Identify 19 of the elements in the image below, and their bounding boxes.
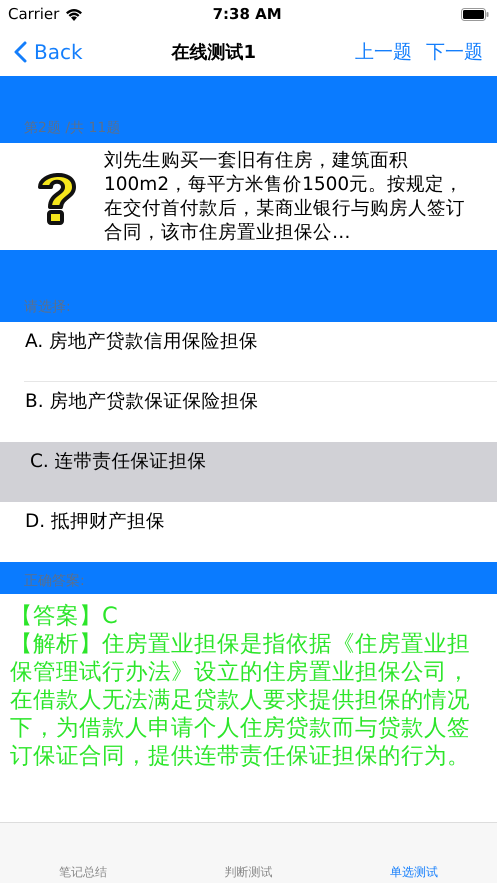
choose-label: 请选择: xyxy=(24,298,71,316)
tab[interactable]: 判断测试 xyxy=(166,823,332,883)
previous-question-button[interactable]: 上一题 xyxy=(355,39,412,65)
status-time: 7:38 AM xyxy=(212,5,283,23)
battery-icon xyxy=(461,8,489,20)
answer-label: 正确答案: xyxy=(24,572,85,590)
back-button[interactable]: Back xyxy=(14,40,83,64)
explanation-text: 【解析】住房置业担保是指依据《住房置业担保管理试行办法》设立的住房置业担保公司，在借款人无法满足贷款人要求提供担保的情况下，为借款人申请个人住房贷款而与贷款人签订保证合同，提供连带责任保证担保的行为。 xyxy=(10,630,471,770)
wifi-icon xyxy=(65,8,84,20)
back-chevron-icon xyxy=(14,41,27,63)
question-text: 刘先生购买一套旧有住房，建筑面积100m2，每平方米售价1500元。按规定，在交付首付款后，某商业银行与购房人签订合同，该市住房置业担保公… xyxy=(104,148,466,244)
tab[interactable]: 笔记总结 xyxy=(0,823,166,883)
nav-title: 在线测试1 xyxy=(170,41,258,64)
answer-text: 【答案】C xyxy=(10,602,119,630)
carrier-name: Carrier xyxy=(8,5,60,23)
progress-text: 第2题 /共 11题 xyxy=(24,119,120,137)
next-question-button[interactable]: 下一题 xyxy=(426,39,483,65)
tab[interactable]: 单选测试 xyxy=(331,823,497,883)
answer-option[interactable]: C. 连带责任保证担保 xyxy=(0,442,497,502)
